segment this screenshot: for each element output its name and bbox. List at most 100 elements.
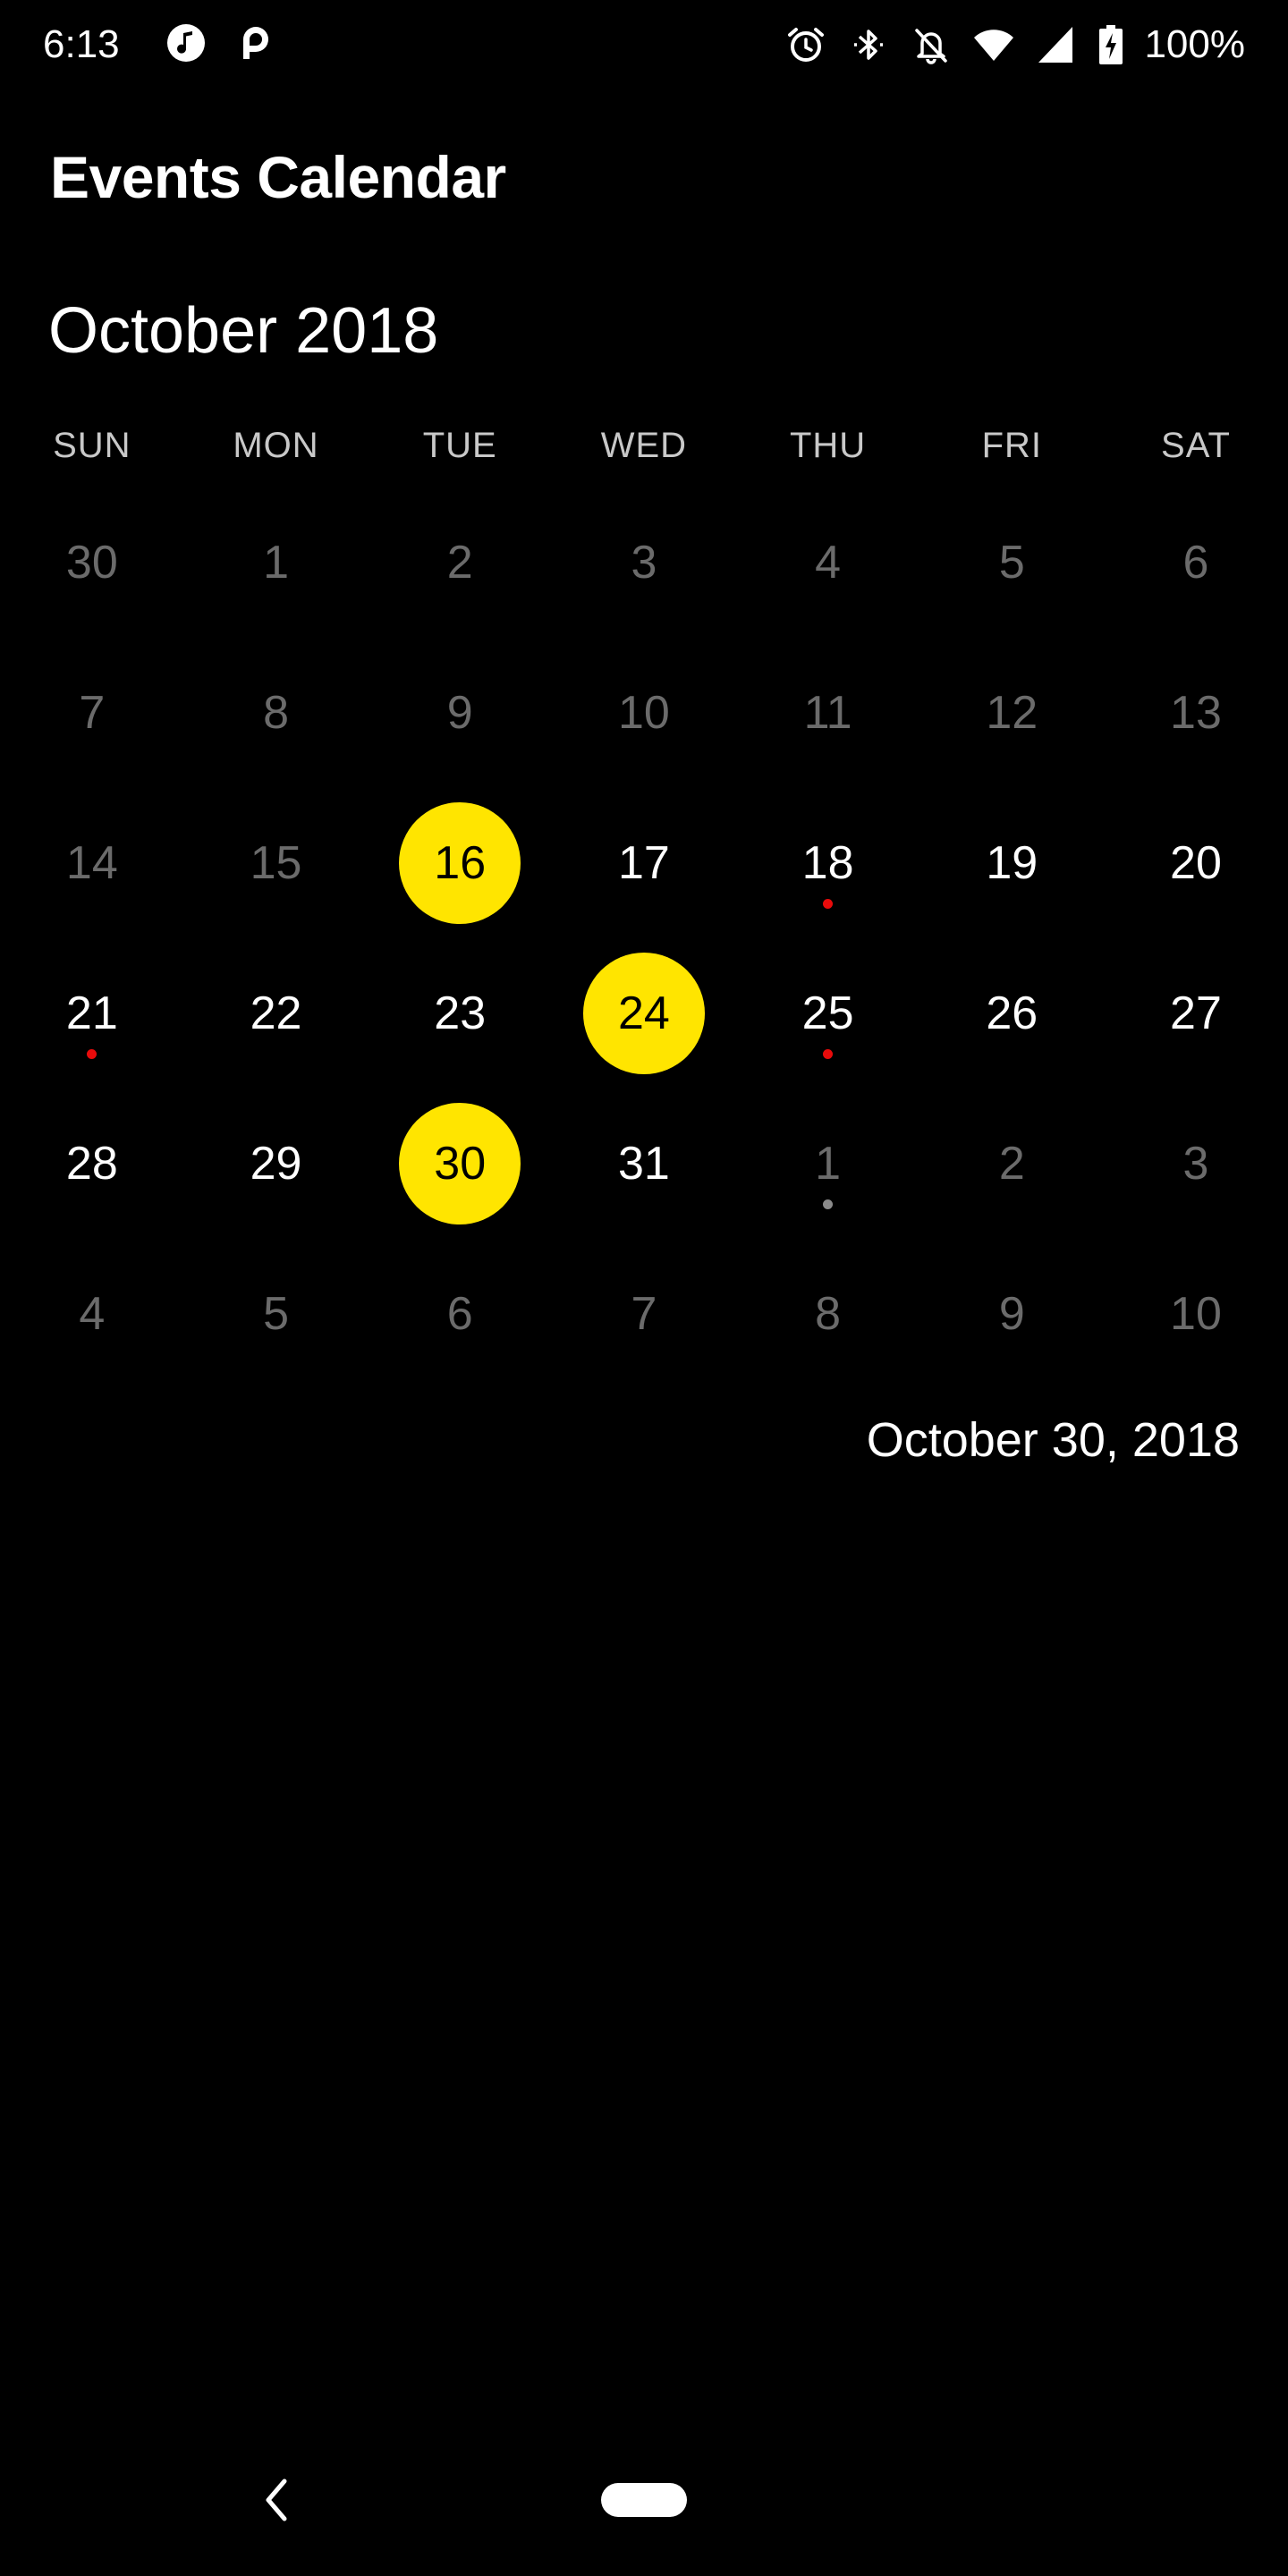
- weekday-label: MON: [233, 426, 319, 465]
- day-cell[interactable]: 29: [184, 1089, 369, 1239]
- day-cell[interactable]: 17: [552, 788, 736, 938]
- day-cell[interactable]: 10: [552, 638, 736, 788]
- day-number: 2: [998, 1138, 1025, 1190]
- day-number: 21: [65, 987, 118, 1039]
- event-indicator-dot: [87, 1049, 97, 1059]
- day-number: 23: [434, 987, 487, 1039]
- day-number: 22: [250, 987, 302, 1039]
- day-number: 31: [617, 1138, 670, 1190]
- day-cell[interactable]: 1: [736, 1089, 920, 1239]
- day-cell[interactable]: 4: [736, 487, 920, 638]
- day-number: 7: [631, 1288, 657, 1340]
- day-cell[interactable]: 28: [0, 1089, 184, 1239]
- day-number: 8: [263, 687, 289, 739]
- day-cell[interactable]: 12: [919, 638, 1104, 788]
- day-cell[interactable]: 19: [919, 788, 1104, 938]
- day-cell[interactable]: 21: [0, 938, 184, 1089]
- day-cell[interactable]: 15: [184, 788, 369, 938]
- notifications-off-icon: [915, 29, 948, 64]
- day-cell[interactable]: 18: [736, 788, 920, 938]
- day-cell[interactable]: 2: [368, 487, 552, 638]
- app-title: Events Calendar: [50, 144, 506, 210]
- day-number: 13: [1170, 687, 1222, 739]
- day-cell[interactable]: 5: [919, 487, 1104, 638]
- alarm-icon: [788, 28, 825, 62]
- event-indicator-dot: [823, 899, 834, 909]
- event-indicator-dot: [823, 1199, 834, 1209]
- day-number: 24: [617, 987, 670, 1039]
- day-number: 26: [986, 987, 1038, 1039]
- day-cell[interactable]: 3: [1104, 1089, 1288, 1239]
- day-cell[interactable]: 13: [1104, 638, 1288, 788]
- day-cell[interactable]: 4: [0, 1239, 184, 1389]
- day-cell[interactable]: 7: [552, 1239, 736, 1389]
- selected-date-label: October 30, 2018: [866, 1413, 1240, 1467]
- day-number: 1: [263, 537, 289, 589]
- day-cell-selected[interactable]: 16: [368, 788, 552, 938]
- day-cell[interactable]: 9: [368, 638, 552, 788]
- day-cell[interactable]: 25: [736, 938, 920, 1089]
- day-number: 10: [617, 687, 670, 739]
- day-number: 17: [617, 837, 670, 889]
- day-cell[interactable]: 6: [1104, 487, 1288, 638]
- day-number: 27: [1170, 987, 1222, 1039]
- day-number: 30: [434, 1138, 487, 1190]
- day-cell[interactable]: 8: [736, 1239, 920, 1389]
- day-number: 19: [986, 837, 1038, 889]
- home-button[interactable]: [601, 2483, 687, 2517]
- day-number: 28: [65, 1138, 118, 1190]
- day-cell[interactable]: 22: [184, 938, 369, 1089]
- day-number: 9: [998, 1288, 1025, 1340]
- day-number: 16: [434, 837, 487, 889]
- day-cell-selected[interactable]: 24: [552, 938, 736, 1089]
- day-cell[interactable]: 2: [919, 1089, 1104, 1239]
- day-cell[interactable]: 1: [184, 487, 369, 638]
- day-cell[interactable]: 3: [552, 487, 736, 638]
- day-cell[interactable]: 23: [368, 938, 552, 1089]
- day-number: 12: [986, 687, 1038, 739]
- day-cell[interactable]: 20: [1104, 788, 1288, 938]
- day-cell[interactable]: 27: [1104, 938, 1288, 1089]
- back-button[interactable]: [258, 2474, 297, 2526]
- day-number: 11: [803, 687, 852, 739]
- day-number: 8: [815, 1288, 842, 1340]
- day-number: 6: [446, 1288, 473, 1340]
- weekday-label: SUN: [53, 426, 131, 465]
- day-cell[interactable]: 7: [0, 638, 184, 788]
- day-number: 6: [1182, 537, 1209, 589]
- music-note-icon: [167, 24, 205, 62]
- weekday-label: WED: [600, 426, 688, 465]
- battery-percent: 100%: [1144, 22, 1245, 66]
- day-number: 15: [250, 837, 302, 889]
- day-number: 7: [79, 687, 106, 739]
- weekday-label: THU: [789, 426, 867, 465]
- day-cell[interactable]: 10: [1104, 1239, 1288, 1389]
- day-cell[interactable]: 14: [0, 788, 184, 938]
- battery-charging-icon: [1099, 25, 1123, 64]
- day-number: 14: [65, 837, 118, 889]
- day-number: 5: [998, 537, 1025, 589]
- day-number: 4: [79, 1288, 106, 1340]
- cell-signal-icon: [1038, 27, 1073, 63]
- day-number: 29: [250, 1138, 302, 1190]
- day-cell[interactable]: 31: [552, 1089, 736, 1239]
- day-cell[interactable]: 30: [0, 487, 184, 638]
- day-number: 30: [65, 537, 118, 589]
- wifi-icon: [974, 30, 1014, 61]
- day-cell[interactable]: 11: [736, 638, 920, 788]
- day-cell[interactable]: 9: [919, 1239, 1104, 1389]
- status-bar: 6:13 100%: [0, 0, 1288, 89]
- day-cell[interactable]: 5: [184, 1239, 369, 1389]
- day-cell[interactable]: 26: [919, 938, 1104, 1089]
- status-time: 6:13: [43, 22, 120, 66]
- calendar-grid: 30 1 2 3 4 5 6 7 8 9 10 11 12 13 14 15 16 17 18 19 20 21 22 23 2…: [0, 487, 1288, 1389]
- month-title: October 2018: [48, 295, 439, 367]
- weekday-label: TUE: [422, 426, 497, 465]
- weekday-header: SUN MON TUE WED THU FRI SAT: [0, 420, 1288, 470]
- day-cell[interactable]: 6: [368, 1239, 552, 1389]
- day-cell[interactable]: 8: [184, 638, 369, 788]
- day-number: 3: [631, 537, 657, 589]
- day-cell-selected[interactable]: 30: [368, 1089, 552, 1239]
- day-number: 25: [801, 987, 854, 1039]
- day-number: 9: [446, 687, 473, 739]
